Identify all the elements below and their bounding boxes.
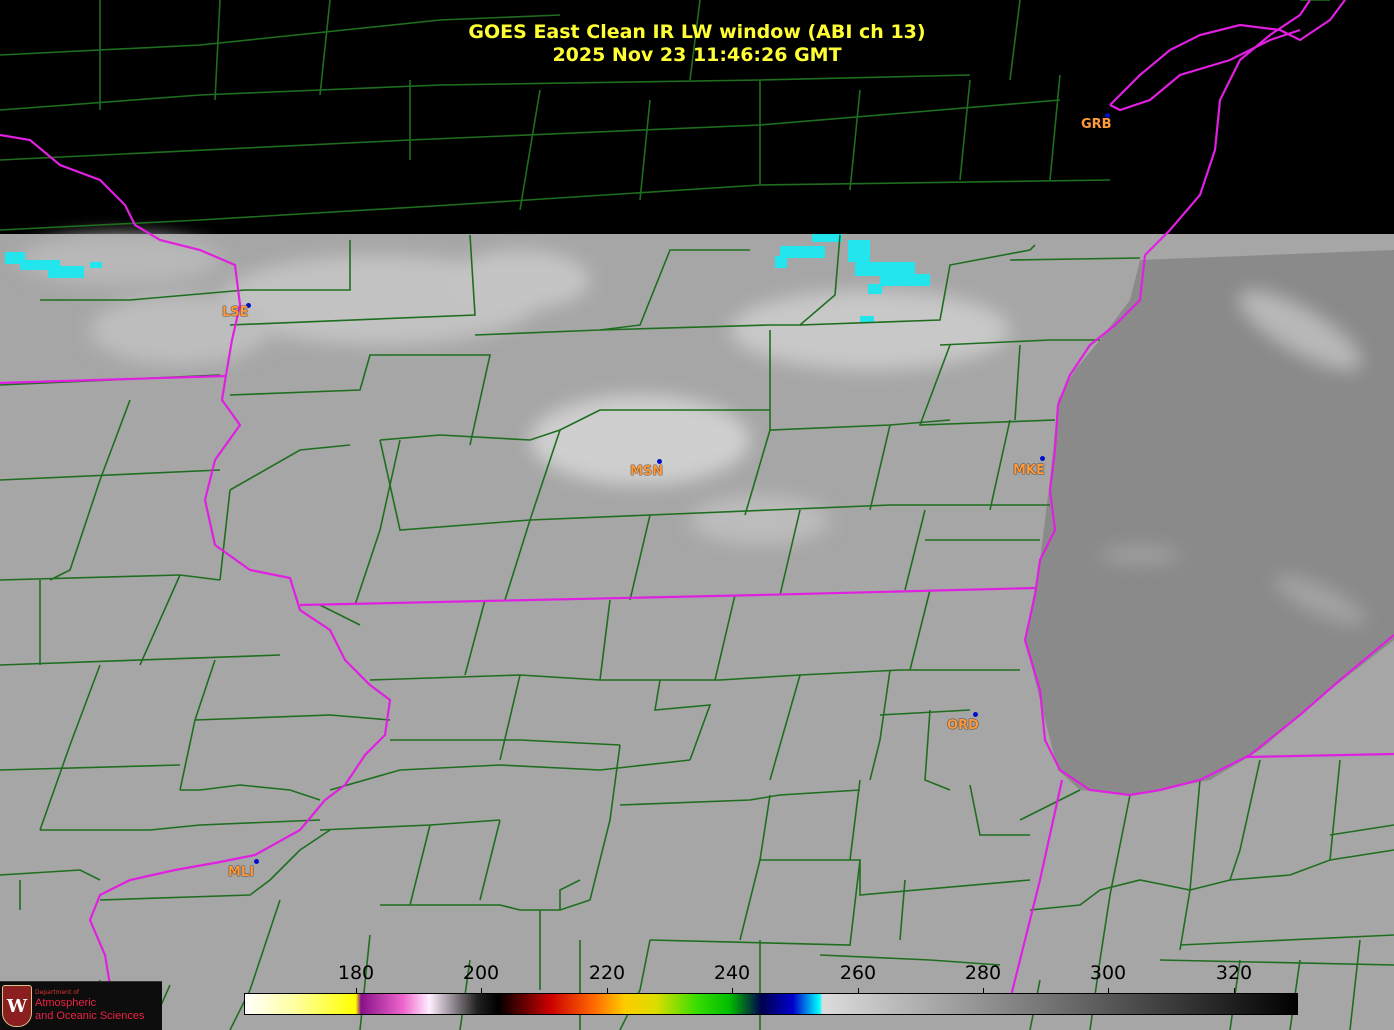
station-dot-mli <box>254 859 259 864</box>
colorbar-tick-label: 300 <box>1089 962 1127 984</box>
colorbar-tick-mark <box>1234 988 1235 994</box>
colorbar-tick-label: 240 <box>713 962 751 984</box>
colorbar-tick-mark <box>1108 988 1109 994</box>
colorbar-tick-label: 200 <box>462 962 500 984</box>
colorbar-tick-mark <box>732 988 733 994</box>
map-view: GOES East Clean IR LW window (ABI ch 13)… <box>0 0 1394 1030</box>
colorbar-tick-mark <box>983 988 984 994</box>
satellite-image <box>0 0 1394 1030</box>
logo-line-atmospheric: Atmospheric <box>35 997 97 1009</box>
colorbar-tick-mark <box>356 988 357 994</box>
station-label-ord: ORD <box>947 718 979 733</box>
logo-line-oceanic: and Oceanic Sciences <box>35 1010 145 1022</box>
colorbar-tick-label: 180 <box>337 962 375 984</box>
station-dot-ord <box>973 712 978 717</box>
image-title: GOES East Clean IR LW window (ABI ch 13) <box>468 21 926 43</box>
colorbar-tick-label: 220 <box>588 962 626 984</box>
colorbar-tick-label: 260 <box>839 962 877 984</box>
logo-department-text: Department of <box>35 989 79 996</box>
station-label-mli: MLI <box>228 865 255 880</box>
temperature-colorbar <box>244 993 1298 1015</box>
station-label-lse: LSE <box>222 305 249 320</box>
colorbar-tick-mark <box>607 988 608 994</box>
station-label-mke: MKE <box>1013 463 1045 478</box>
image-timestamp: 2025 Nov 23 11:46:26 GMT <box>552 44 842 66</box>
colorbar-tick-mark <box>858 988 859 994</box>
uw-crest-icon: W <box>2 985 32 1027</box>
colorbar-tick-label: 280 <box>964 962 1002 984</box>
station-dot-mke <box>1040 456 1045 461</box>
station-label-grb: GRB <box>1081 117 1112 132</box>
colorbar-tick-mark <box>481 988 482 994</box>
colorbar-tick-label: 320 <box>1215 962 1253 984</box>
station-label-msn: MSN <box>630 464 664 479</box>
uw-aos-logo: W Department of Atmospheric and Oceanic … <box>0 981 162 1030</box>
